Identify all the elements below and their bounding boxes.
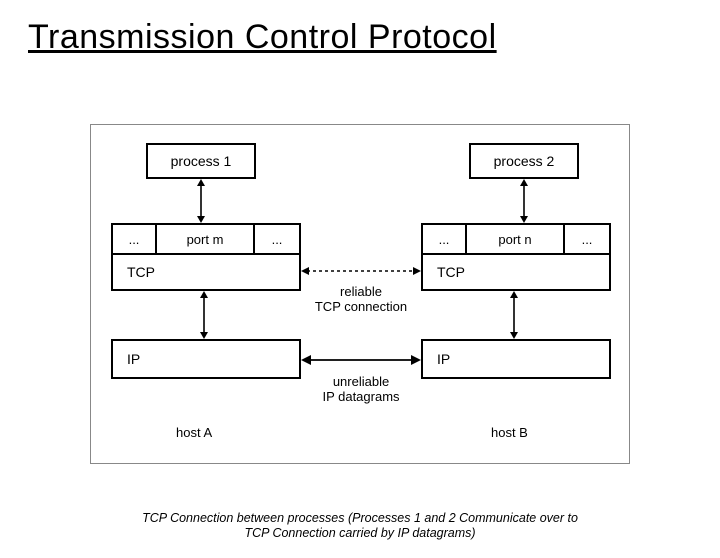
port-b-mid: port n: [467, 225, 565, 253]
ip-b-box: IP: [421, 339, 611, 379]
port-a-left: ...: [113, 225, 157, 253]
tcp-a-label: TCP: [127, 264, 155, 280]
arrow-process-a-port: [196, 179, 206, 223]
tcp-b-box: TCP: [421, 253, 611, 291]
host-a-label: host A: [176, 425, 212, 440]
port-a-mid: port m: [157, 225, 255, 253]
tcp-connection-line: [301, 265, 421, 277]
process-a-label: process 1: [171, 153, 232, 169]
diagram-frame: process 1 ... port m ... TCP IP host A p…: [90, 124, 630, 464]
arrow-process-b-port: [519, 179, 529, 223]
port-b-left: ...: [423, 225, 467, 253]
port-row-a: ... port m ...: [111, 223, 301, 255]
arrow-tcp-b-ip: [509, 291, 519, 339]
tcp-connection-label: reliable TCP connection: [311, 285, 411, 315]
ip-datagrams-label: unreliable IP datagrams: [316, 375, 406, 405]
process-b-box: process 2: [469, 143, 579, 179]
process-b-label: process 2: [494, 153, 555, 169]
arrow-tcp-a-ip: [199, 291, 209, 339]
caption-line-1: TCP Connection between processes (Proces…: [142, 511, 578, 525]
host-b-label: host B: [491, 425, 528, 440]
figure-caption: TCP Connection between processes (Proces…: [0, 511, 720, 542]
ip-a-label: IP: [127, 351, 140, 367]
ip-a-box: IP: [111, 339, 301, 379]
port-a-right: ...: [255, 225, 299, 253]
port-row-b: ... port n ...: [421, 223, 611, 255]
tcp-b-label: TCP: [437, 264, 465, 280]
page-title: Transmission Control Protocol: [28, 18, 720, 57]
ip-datagrams-arrow: [301, 353, 421, 367]
process-a-box: process 1: [146, 143, 256, 179]
caption-line-2: TCP Connection carried by IP datagrams): [244, 526, 475, 540]
tcp-a-box: TCP: [111, 253, 301, 291]
ip-b-label: IP: [437, 351, 450, 367]
port-b-right: ...: [565, 225, 609, 253]
